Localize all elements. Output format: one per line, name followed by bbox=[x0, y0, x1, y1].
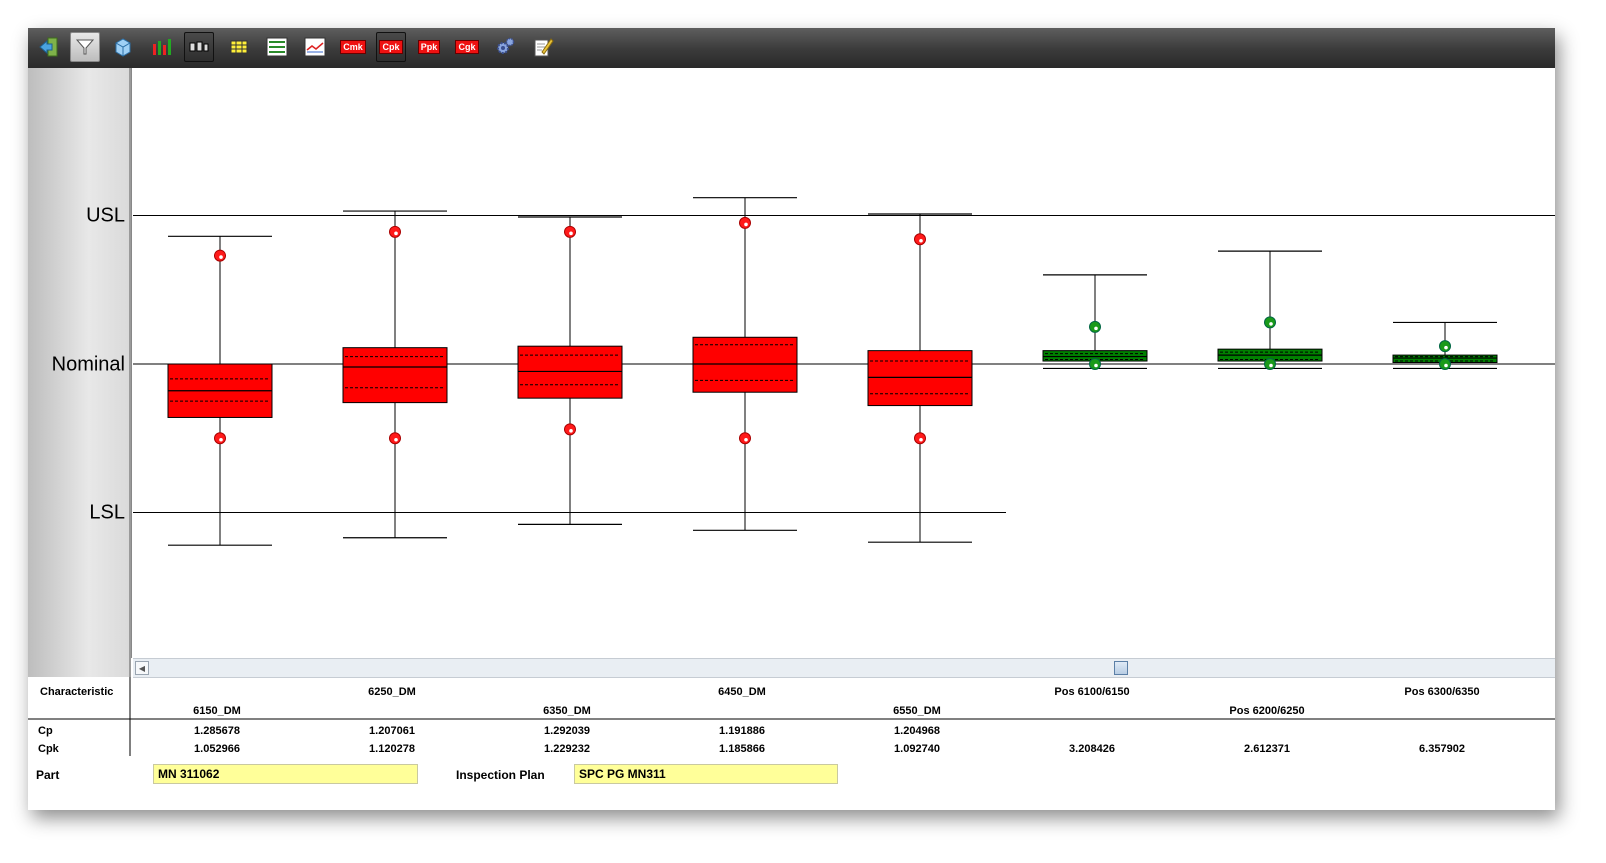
marker-highlight bbox=[744, 222, 748, 227]
box bbox=[517, 345, 623, 399]
lower-marker bbox=[739, 432, 751, 445]
column-header: Pos 6200/6250 bbox=[1229, 705, 1305, 717]
cpk-value: 1.092740 bbox=[894, 743, 940, 755]
exit-icon[interactable] bbox=[34, 32, 64, 62]
upper-marker bbox=[564, 225, 576, 238]
column-header: 6150_DM bbox=[193, 705, 241, 717]
cp-label: Cp bbox=[38, 725, 53, 737]
cp-value: 1.207061 bbox=[369, 725, 415, 737]
column-header: 6550_DM bbox=[893, 705, 941, 717]
marker-highlight bbox=[919, 437, 923, 442]
column-header: 6350_DM bbox=[543, 705, 591, 717]
marker-highlight bbox=[394, 231, 398, 236]
cpk-value: 2.612371 bbox=[1244, 743, 1290, 755]
inspection-plan-field[interactable]: SPC PG MN311 bbox=[574, 764, 838, 784]
column-header: Pos 6300/6350 bbox=[1404, 686, 1480, 698]
inspection-plan-label: Inspection Plan bbox=[456, 768, 545, 782]
part-label: Part bbox=[36, 768, 60, 782]
marker-highlight bbox=[1269, 363, 1273, 368]
marker-highlight bbox=[219, 255, 223, 259]
lower-marker bbox=[1089, 358, 1101, 370]
cpk-value: 1.229232 bbox=[544, 743, 590, 755]
lower-marker bbox=[214, 432, 226, 445]
upper-marker bbox=[914, 233, 926, 246]
cp-value: 1.292039 bbox=[544, 725, 590, 737]
lsl-label: LSL bbox=[89, 501, 125, 524]
part-field[interactable]: MN 311062 bbox=[153, 764, 418, 784]
box bbox=[692, 336, 798, 393]
trend-icon[interactable] bbox=[300, 32, 330, 62]
cp-value: 1.204968 bbox=[894, 725, 940, 737]
upper-marker bbox=[1089, 320, 1101, 333]
table-grid bbox=[28, 677, 1555, 756]
cpk-label: Cpk bbox=[38, 743, 59, 755]
boxplot-chart bbox=[131, 68, 1555, 658]
cube-icon[interactable] bbox=[108, 32, 138, 62]
marker-highlight bbox=[919, 238, 923, 243]
cpk-value: 6.357902 bbox=[1419, 743, 1465, 755]
column-header: 6250_DM bbox=[368, 686, 416, 698]
list-icon[interactable] bbox=[262, 32, 292, 62]
scroll-left-button[interactable]: ◀ bbox=[135, 661, 149, 675]
marker-highlight bbox=[1094, 326, 1098, 331]
cpk-icon[interactable]: Cpk bbox=[376, 32, 406, 62]
marker-highlight bbox=[219, 437, 223, 442]
lower-marker bbox=[564, 423, 576, 436]
capability-table: Characteristic Cp Cpk 6150_DM 6250_DM 63… bbox=[28, 677, 1555, 810]
cpk-value: 3.208426 bbox=[1069, 743, 1115, 755]
scrollbar-thumb[interactable] bbox=[1114, 661, 1128, 675]
box bbox=[342, 347, 448, 404]
cgk-icon[interactable]: Cgk bbox=[452, 32, 482, 62]
column-header: 6450_DM bbox=[718, 686, 766, 698]
boxplot-icon[interactable] bbox=[184, 32, 214, 62]
cp-value: 1.191886 bbox=[719, 725, 765, 737]
cpk-value: 1.185866 bbox=[719, 743, 765, 755]
marker-highlight bbox=[394, 437, 398, 442]
upper-marker bbox=[1439, 340, 1451, 353]
table-icon[interactable] bbox=[224, 32, 254, 62]
cpk-value: 1.052966 bbox=[194, 743, 240, 755]
upper-marker bbox=[739, 216, 751, 229]
cpk-value: 1.120278 bbox=[369, 743, 415, 755]
marker-highlight bbox=[744, 437, 748, 442]
upper-marker bbox=[214, 249, 226, 262]
lower-marker bbox=[1439, 358, 1451, 370]
y-axis-panel: USL Nominal LSL bbox=[28, 68, 131, 677]
marker-highlight bbox=[1444, 345, 1448, 350]
upper-marker bbox=[1264, 316, 1276, 329]
filter-icon[interactable] bbox=[70, 32, 100, 62]
bar-chart-icon[interactable] bbox=[146, 32, 176, 62]
marker-highlight bbox=[569, 429, 573, 433]
toolbar: Cmk Cpk Ppk Cgk bbox=[28, 28, 1555, 68]
marker-highlight bbox=[1094, 363, 1098, 368]
usl-label: USL bbox=[86, 204, 125, 227]
gear-icon[interactable] bbox=[490, 32, 520, 62]
marker-highlight bbox=[1444, 363, 1448, 368]
box bbox=[867, 350, 973, 407]
marker-highlight bbox=[1269, 322, 1273, 326]
cp-value: 1.285678 bbox=[194, 725, 240, 737]
nominal-label: Nominal bbox=[51, 353, 125, 376]
horizontal-scrollbar[interactable]: ◀ bbox=[133, 658, 1555, 678]
marker-highlight bbox=[569, 231, 573, 236]
lower-marker bbox=[1264, 358, 1276, 370]
app-window: Cmk Cpk Ppk Cgk USL Nominal LSL ◀ Charac… bbox=[28, 28, 1555, 810]
characteristic-label: Characteristic bbox=[40, 686, 114, 698]
upper-marker bbox=[389, 225, 401, 238]
edit-icon[interactable] bbox=[528, 32, 558, 62]
ppk-icon[interactable]: Ppk bbox=[414, 32, 444, 62]
column-header: Pos 6100/6150 bbox=[1054, 686, 1130, 698]
cmk-icon[interactable]: Cmk bbox=[338, 32, 368, 62]
lower-marker bbox=[389, 432, 401, 445]
lower-marker bbox=[914, 432, 926, 445]
